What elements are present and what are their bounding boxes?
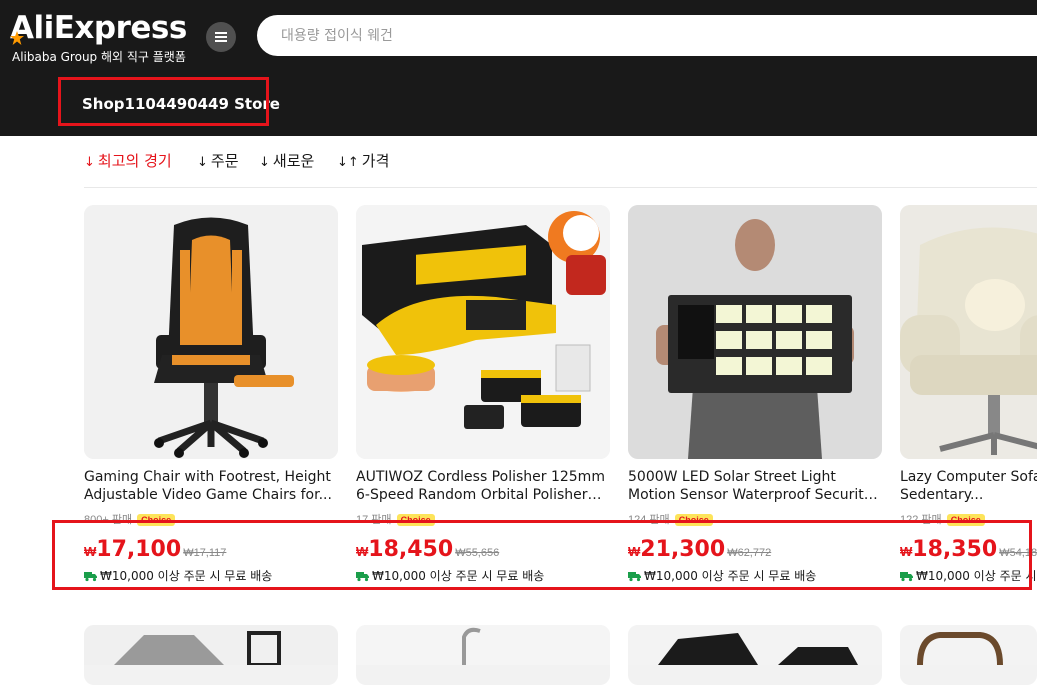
sort-tab-label: 새로운 [272,152,315,170]
gaming-chair-image [84,205,338,459]
sort-arrow-icon: ↓ [197,155,208,170]
sort-tab-orders[interactable]: ↓ 주문 [197,150,239,171]
sort-tab-label: 가격 [361,152,390,170]
product-image[interactable] [628,205,882,459]
sort-tab-label: 최고의 경기 [97,152,172,170]
product-title[interactable]: Gaming Chair with Footrest, Height Adjus… [84,468,334,504]
sort-arrow-icon: ↓ [84,155,95,170]
sort-tab-best-match[interactable]: ↓ 최고의 경기 [84,150,172,171]
menu-button[interactable] [206,22,236,52]
logo-star-icon [10,31,24,45]
product-image [628,625,882,665]
aliexpress-logo[interactable]: AliExpress Alibaba Group 해외 직구 플랫폼 [10,10,190,64]
sofa-chair-image [900,205,1037,459]
solar-street-light-image [628,205,882,459]
logo-subtitle: Alibaba Group 해외 직구 플랫폼 [12,50,186,64]
product-image[interactable] [900,205,1037,459]
product-title[interactable]: Lazy Computer Sofa Chair Comfortable Sed… [900,468,1037,504]
store-name-highlight-box [58,77,269,126]
product-image[interactable] [84,205,338,459]
product-card[interactable] [84,625,338,685]
divider [84,187,1037,188]
car-polisher-image [356,205,610,459]
hamburger-icon-line [215,40,227,42]
product-title[interactable]: 5000W LED Solar Street Light Motion Sens… [628,468,878,504]
sort-arrow-icon: ↓ [259,155,270,170]
sort-tab-price[interactable]: ↓↑ 가격 [337,150,389,171]
product-card[interactable] [356,625,610,685]
product-card[interactable] [628,625,882,685]
product-title[interactable]: AUTIWOZ Cordless Polisher 125mm 6-Speed … [356,468,606,504]
product-image[interactable] [356,205,610,459]
sort-arrow-icon: ↓↑ [337,155,359,170]
logo-text: AliExpress [10,10,187,46]
hamburger-icon [215,32,227,34]
product-image [900,625,1037,666]
sort-tab-new[interactable]: ↓ 새로운 [259,150,314,171]
product-image [84,625,338,667]
sort-tab-label: 주문 [210,152,239,170]
hamburger-icon-line [215,36,227,38]
search-bar [257,15,1037,56]
search-input[interactable] [281,15,981,56]
price-highlight-box [52,520,1032,590]
product-card[interactable] [900,625,1037,685]
product-image [356,625,610,665]
